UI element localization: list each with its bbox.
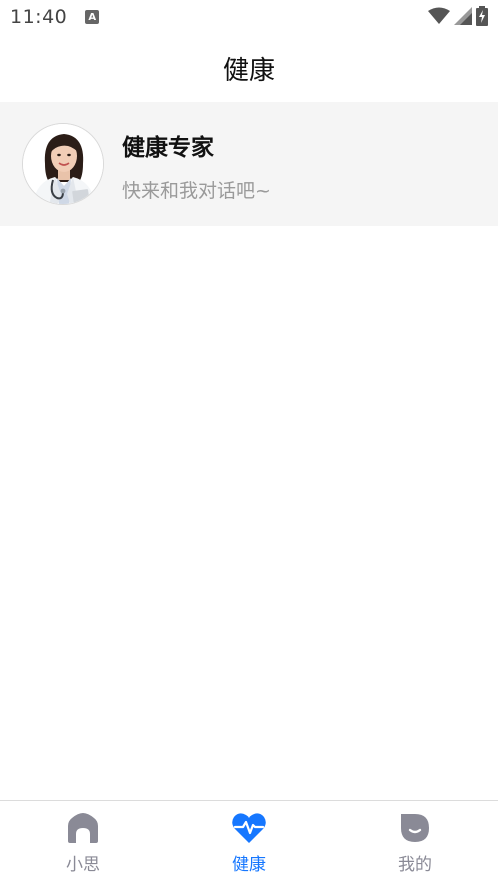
nav-item-mine[interactable]: 我的: [332, 801, 498, 887]
profile-smile-icon: [397, 811, 433, 845]
a-notification-icon: A: [85, 10, 100, 24]
nav-item-health[interactable]: 健康: [166, 801, 332, 887]
page-title: 健康: [222, 55, 275, 86]
home-icon: [65, 811, 101, 845]
nav-label-health: 健康: [232, 855, 266, 875]
status-time: 11:40: [10, 6, 68, 28]
battery-charging-icon: [476, 6, 488, 26]
heart-pulse-icon: [231, 811, 267, 845]
bottom-nav: 小思 健康 我的: [0, 800, 498, 887]
status-icons: [428, 6, 488, 26]
screen: 11:40 A 健康 健康专家 快来和我对话吧~ 小思 健康 我的: [0, 0, 498, 887]
nav-label-mine: 我的: [398, 855, 432, 875]
chat-list: 健康专家 快来和我对话吧~: [0, 102, 498, 226]
status-bar: 11:40 A: [0, 0, 498, 34]
app-header: 健康: [0, 34, 498, 102]
nav-label-xiaosi: 小思: [66, 855, 100, 875]
nav-item-xiaosi[interactable]: 小思: [0, 801, 166, 887]
signal-icon: [454, 7, 472, 25]
chat-text: 健康专家 快来和我对话吧~: [122, 126, 271, 203]
chat-preview: 快来和我对话吧~: [122, 179, 271, 202]
wifi-icon: [428, 7, 450, 25]
chat-name: 健康专家: [122, 134, 214, 161]
chat-item-health-expert[interactable]: 健康专家 快来和我对话吧~: [0, 102, 498, 226]
doctor-avatar: [22, 123, 104, 205]
